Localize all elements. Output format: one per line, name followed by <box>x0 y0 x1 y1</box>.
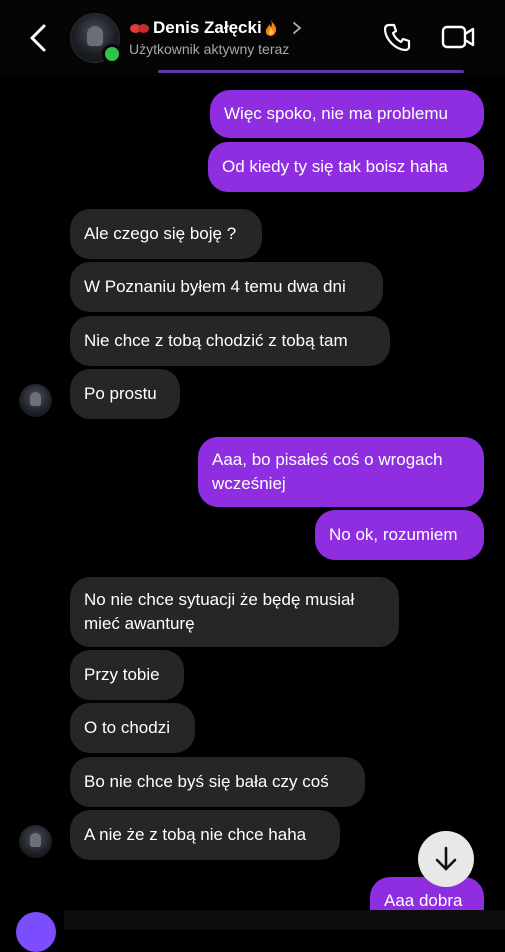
message-bubble-outgoing[interactable]: Od kiedy ty się tak boisz haha <box>208 142 484 192</box>
contact-name-row[interactable]: Denis Załęcki <box>130 17 302 39</box>
video-icon[interactable] <box>441 24 475 50</box>
message-bubble-outgoing[interactable]: Więc spoko, nie ma problemu <box>210 90 484 138</box>
message-text: A nie że z tobą nie chce haha <box>84 825 307 844</box>
message-text-line: No nie chce sytuacji że będę musiał <box>84 590 355 609</box>
chat-header: Denis Załęcki Użytkownik aktywny teraz <box>0 0 505 76</box>
fire-emoji <box>265 20 276 36</box>
contact-name: Denis Załęcki <box>153 18 262 37</box>
message-bubble-incoming[interactable]: Nie chce z tobą chodzić z tobą tam <box>70 316 390 366</box>
message-text: Przy tobie <box>84 665 160 684</box>
message-text-line: wcześniej <box>212 474 286 493</box>
message-text: Bo nie chce byś się bała czy coś <box>84 772 329 791</box>
message-bubble-incoming[interactable]: Ale czego się boję ? <box>70 209 262 259</box>
composer-bar <box>64 910 505 930</box>
message-bubble-outgoing[interactable]: No ok, rozumiem <box>315 510 484 560</box>
message-bubble-outgoing[interactable]: Aaa, bo pisałeś coś o wrogach wcześniej <box>198 437 484 507</box>
message-bubble-incoming[interactable]: Po prostu <box>70 369 180 419</box>
message-bubble-incoming[interactable]: A nie że z tobą nie chce haha <box>70 810 340 860</box>
message-text: W Poznaniu byłem 4 temu dwa dni <box>84 277 346 296</box>
online-status-dot <box>102 44 122 64</box>
message-bubble-incoming[interactable]: W Poznaniu byłem 4 temu dwa dni <box>70 262 383 312</box>
message-text: Od kiedy ty się tak boisz haha <box>222 157 448 176</box>
contact-status: Użytkownik aktywny teraz <box>129 41 290 57</box>
message-text-line: Aaa, bo pisałeś coś o wrogach <box>212 450 443 469</box>
message-text: Ale czego się boję ? <box>84 224 237 243</box>
phone-icon[interactable] <box>383 22 411 52</box>
message-bubble-incoming[interactable]: Bo nie chce byś się bała czy coś <box>70 757 365 807</box>
chevron-right-icon <box>292 22 302 34</box>
boxing-gloves-emoji <box>130 22 150 34</box>
message-bubble-incoming[interactable]: Przy tobie <box>70 650 184 700</box>
camera-button[interactable] <box>16 912 56 952</box>
message-bubble-incoming[interactable]: O to chodzi <box>70 703 195 753</box>
scroll-to-bottom-button[interactable] <box>418 831 474 887</box>
message-text-line: mieć awanturę <box>84 614 195 633</box>
message-text: Po prostu <box>84 384 157 403</box>
message-text: Nie chce z tobą chodzić z tobą tam <box>84 331 348 350</box>
back-chevron-icon[interactable] <box>26 22 50 54</box>
message-bubble-incoming[interactable]: No nie chce sytuacji że będę musiał mieć… <box>70 577 399 647</box>
previous-message-edge <box>158 70 464 73</box>
sender-avatar[interactable] <box>19 384 52 417</box>
message-text: O to chodzi <box>84 718 170 737</box>
arrow-down-icon <box>435 846 457 871</box>
message-text: No ok, rozumiem <box>329 525 458 544</box>
sender-avatar[interactable] <box>19 825 52 858</box>
message-text: Więc spoko, nie ma problemu <box>224 104 448 123</box>
